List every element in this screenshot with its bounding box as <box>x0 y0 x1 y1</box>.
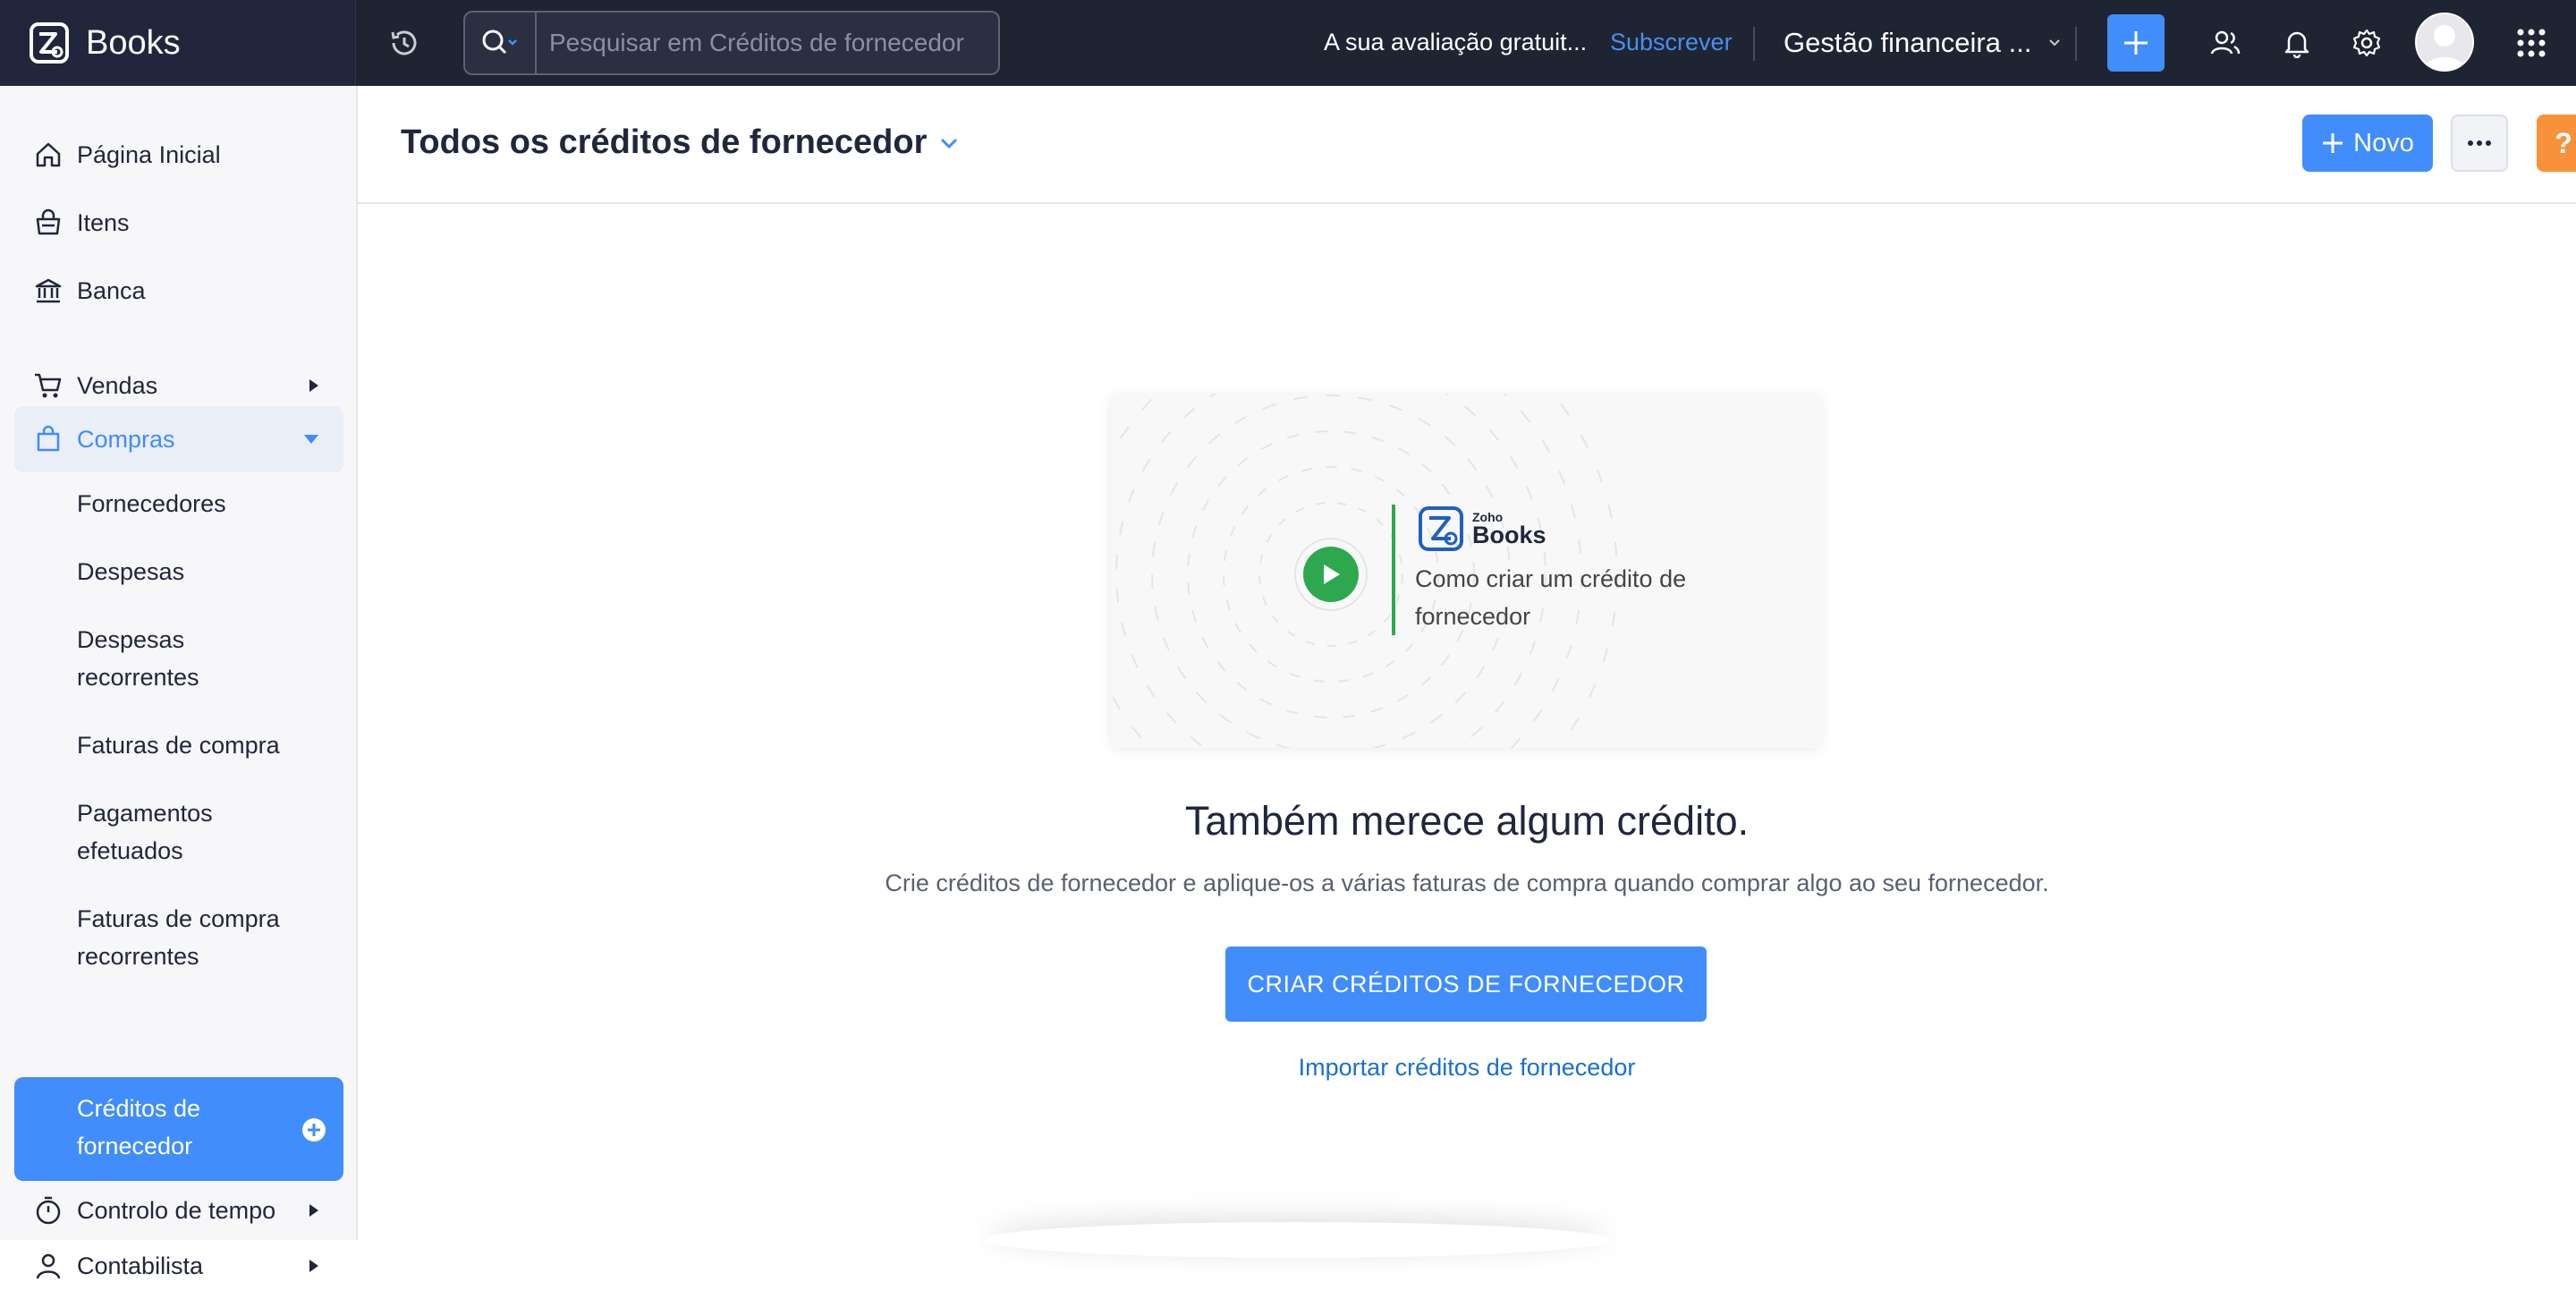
caret-right-icon <box>309 379 318 392</box>
bottom-shadow <box>984 1222 1610 1258</box>
sidebar-item-label: Créditos de fornecedor <box>77 1095 201 1159</box>
top-bar: Books A sua avaliação gratuit... Subscre… <box>0 0 2576 86</box>
add-circle-icon[interactable] <box>301 1116 327 1143</box>
create-vendor-credits-button[interactable]: CRIAR CRÉDITOS DE FORNECEDOR <box>1225 947 1707 1022</box>
caret-right-icon <box>309 1204 318 1217</box>
caret-down-icon <box>304 435 318 444</box>
app-name: Books <box>86 23 181 62</box>
sidebar-subitem-recurring-bills[interactable]: Faturas de compra recorrentes <box>77 900 309 975</box>
sidebar-item-label: Itens <box>77 208 130 236</box>
page-title: Todos os créditos de fornecedor <box>401 123 928 161</box>
sidebar-item-items[interactable]: Itens <box>14 190 343 256</box>
org-switcher[interactable]: Gestão financeira ... <box>1784 27 2062 59</box>
logo-books-text: Books <box>1472 522 1546 548</box>
person-icon <box>30 1248 66 1284</box>
user-avatar-icon <box>2423 25 2466 70</box>
sidebar: Página Inicial Itens Banca Vendas Compra… <box>0 86 358 1279</box>
import-vendor-credits-link[interactable]: Importar créditos de fornecedor <box>358 1054 2576 1082</box>
sidebar-item-label: Controlo de tempo <box>77 1196 276 1224</box>
sidebar-item-label: Vendas <box>77 371 158 399</box>
books-logo-icon <box>30 22 69 64</box>
sidebar-item-label: Página Inicial <box>77 140 221 168</box>
avatar[interactable] <box>2415 13 2474 72</box>
basket-icon <box>30 205 66 241</box>
sidebar-subitem-bills[interactable]: Faturas de compra <box>77 726 309 764</box>
sidebar-subitem-vendor-credits[interactable]: Créditos de fornecedor <box>14 1077 343 1181</box>
play-icon <box>1324 565 1340 584</box>
chevron-down-icon <box>941 138 958 149</box>
search-input[interactable] <box>537 13 998 73</box>
search-scope-dropdown[interactable] <box>465 13 537 73</box>
users-icon[interactable] <box>2207 25 2243 61</box>
more-options-button[interactable] <box>2451 115 2508 172</box>
sidebar-item-home[interactable]: Página Inicial <box>14 122 343 188</box>
gear-icon[interactable] <box>2349 25 2385 61</box>
play-button[interactable] <box>1303 547 1359 602</box>
history-icon[interactable] <box>386 25 422 61</box>
video-caption: Como criar um crédito de fornecedor <box>1415 565 1687 630</box>
sidebar-item-label: Banca <box>77 276 146 304</box>
quick-create-button[interactable] <box>2107 14 2165 72</box>
tutorial-video[interactable]: Zoho Books Como criar um crédito de forn… <box>1111 394 1821 748</box>
new-button[interactable]: Novo <box>2302 115 2433 172</box>
sidebar-subitem-recurring-expenses[interactable]: Despesas recorrentes <box>77 621 309 696</box>
ellipsis-icon <box>2468 140 2491 146</box>
sidebar-item-banking[interactable]: Banca <box>14 258 343 324</box>
sidebar-item-label: Contabilista <box>77 1252 204 1279</box>
org-name: Gestão financeira ... <box>1784 27 2032 58</box>
divider <box>1753 27 1755 61</box>
empty-state-headline: Também merece algum crédito. <box>1184 798 1750 844</box>
search-icon <box>482 30 517 55</box>
bank-icon <box>30 273 66 309</box>
zoho-books-logo: Zoho Books <box>1417 505 1546 553</box>
chevron-down-icon <box>2049 39 2061 47</box>
brand[interactable]: Books <box>0 0 356 86</box>
search-bar <box>463 11 1000 75</box>
divider <box>2075 27 2077 61</box>
empty-state-description: Crie créditos de fornecedor e aplique-os… <box>885 870 2049 896</box>
home-icon <box>30 137 66 173</box>
apps-grid-icon[interactable] <box>2513 25 2549 61</box>
sidebar-subitem-payments-made[interactable]: Pagamentos efetuados <box>77 794 309 870</box>
cart-icon <box>30 368 66 403</box>
plus-icon <box>2323 133 2343 153</box>
plus-icon <box>2124 31 2148 55</box>
sidebar-subitem-expenses[interactable]: Despesas <box>77 553 309 590</box>
trial-status: A sua avaliação gratuit... <box>1324 29 1588 55</box>
sidebar-subitem-vendors[interactable]: Fornecedores <box>77 485 309 522</box>
help-button[interactable]: ? <box>2537 115 2576 172</box>
divider <box>1392 505 1395 635</box>
stopwatch-icon <box>30 1193 66 1228</box>
bag-icon <box>30 421 66 457</box>
subscribe-link[interactable]: Subscrever <box>1610 29 1733 56</box>
bell-icon[interactable] <box>2279 25 2315 61</box>
sidebar-item-accountant[interactable]: Contabilista <box>14 1233 343 1299</box>
sidebar-item-purchases[interactable]: Compras <box>14 406 343 472</box>
view-selector[interactable]: Todos os créditos de fornecedor <box>401 123 959 162</box>
books-logo-icon <box>1419 506 1463 551</box>
caret-right-icon <box>309 1260 318 1272</box>
sidebar-item-label: Compras <box>77 425 175 453</box>
new-button-label: Novo <box>2353 128 2414 157</box>
page-header: Todos os créditos de fornecedor Novo ? <box>358 86 2576 204</box>
